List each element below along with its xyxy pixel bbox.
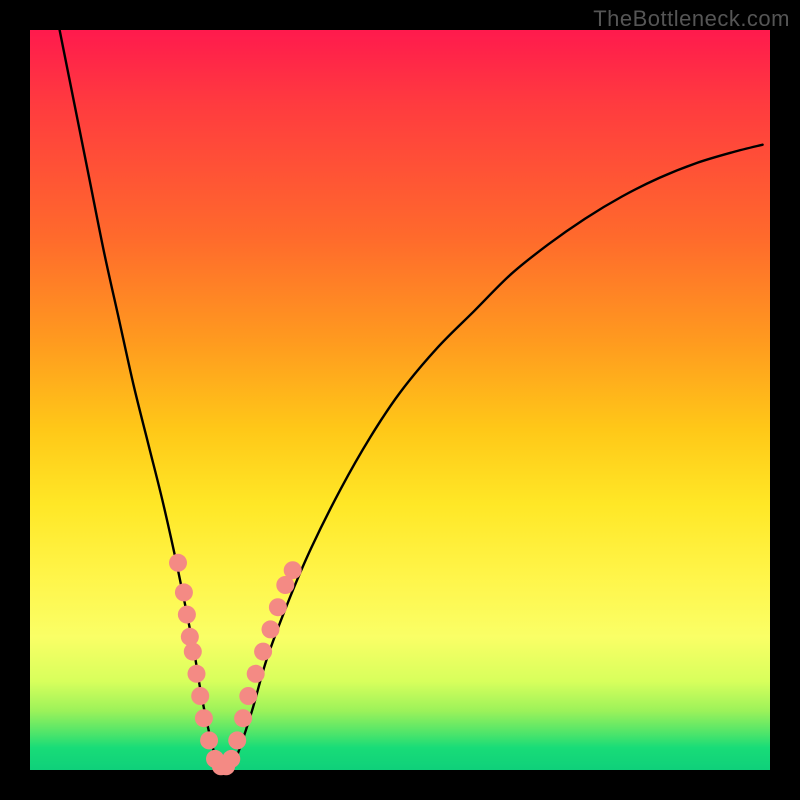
highlight-dot: [200, 731, 218, 749]
highlight-dot: [169, 554, 187, 572]
watermark-text: TheBottleneck.com: [593, 6, 790, 32]
highlight-dot: [269, 598, 287, 616]
highlight-dot: [191, 687, 209, 705]
highlight-dot: [262, 620, 280, 638]
highlight-dot: [234, 709, 252, 727]
highlight-dot: [239, 687, 257, 705]
highlight-dot: [247, 665, 265, 683]
highlight-dots: [169, 554, 302, 776]
highlight-dot: [184, 643, 202, 661]
highlight-dot: [228, 731, 246, 749]
highlight-dot: [188, 665, 206, 683]
highlight-dot: [254, 643, 272, 661]
curve-path: [60, 30, 763, 772]
chart-frame: TheBottleneck.com: [0, 0, 800, 800]
highlight-dot: [181, 628, 199, 646]
chart-svg: [0, 0, 800, 800]
highlight-dot: [195, 709, 213, 727]
highlight-dot: [175, 583, 193, 601]
highlight-dot: [222, 750, 240, 768]
highlight-dot: [178, 606, 196, 624]
highlight-dot: [284, 561, 302, 579]
bottleneck-curve: [60, 30, 763, 772]
